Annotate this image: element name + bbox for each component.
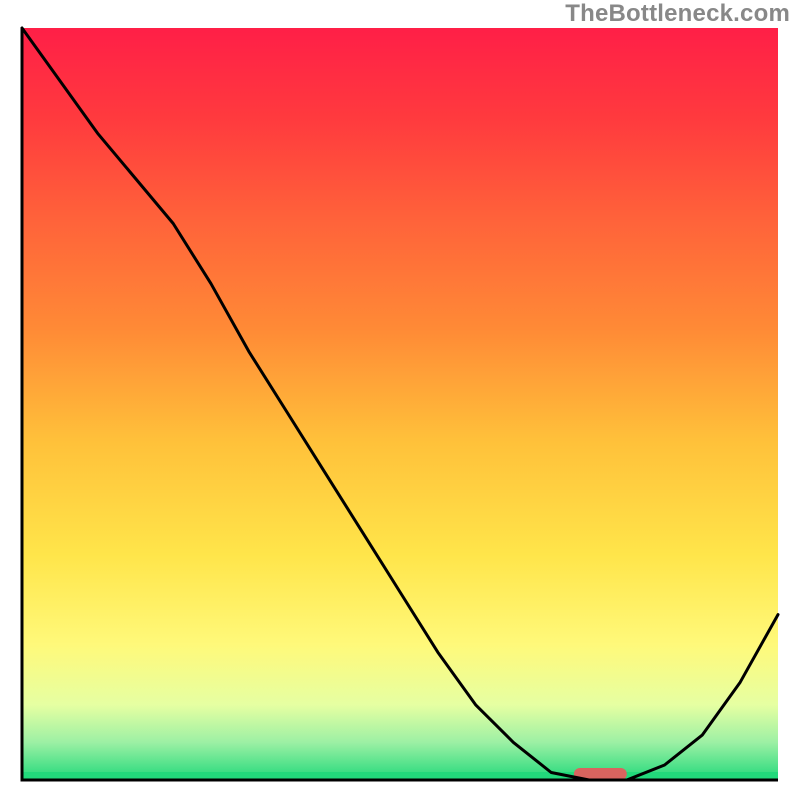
watermark-text: TheBottleneck.com (565, 0, 790, 28)
chart-background (22, 28, 778, 780)
chart-svg (0, 0, 800, 800)
bottleneck-chart: TheBottleneck.com (0, 0, 800, 800)
